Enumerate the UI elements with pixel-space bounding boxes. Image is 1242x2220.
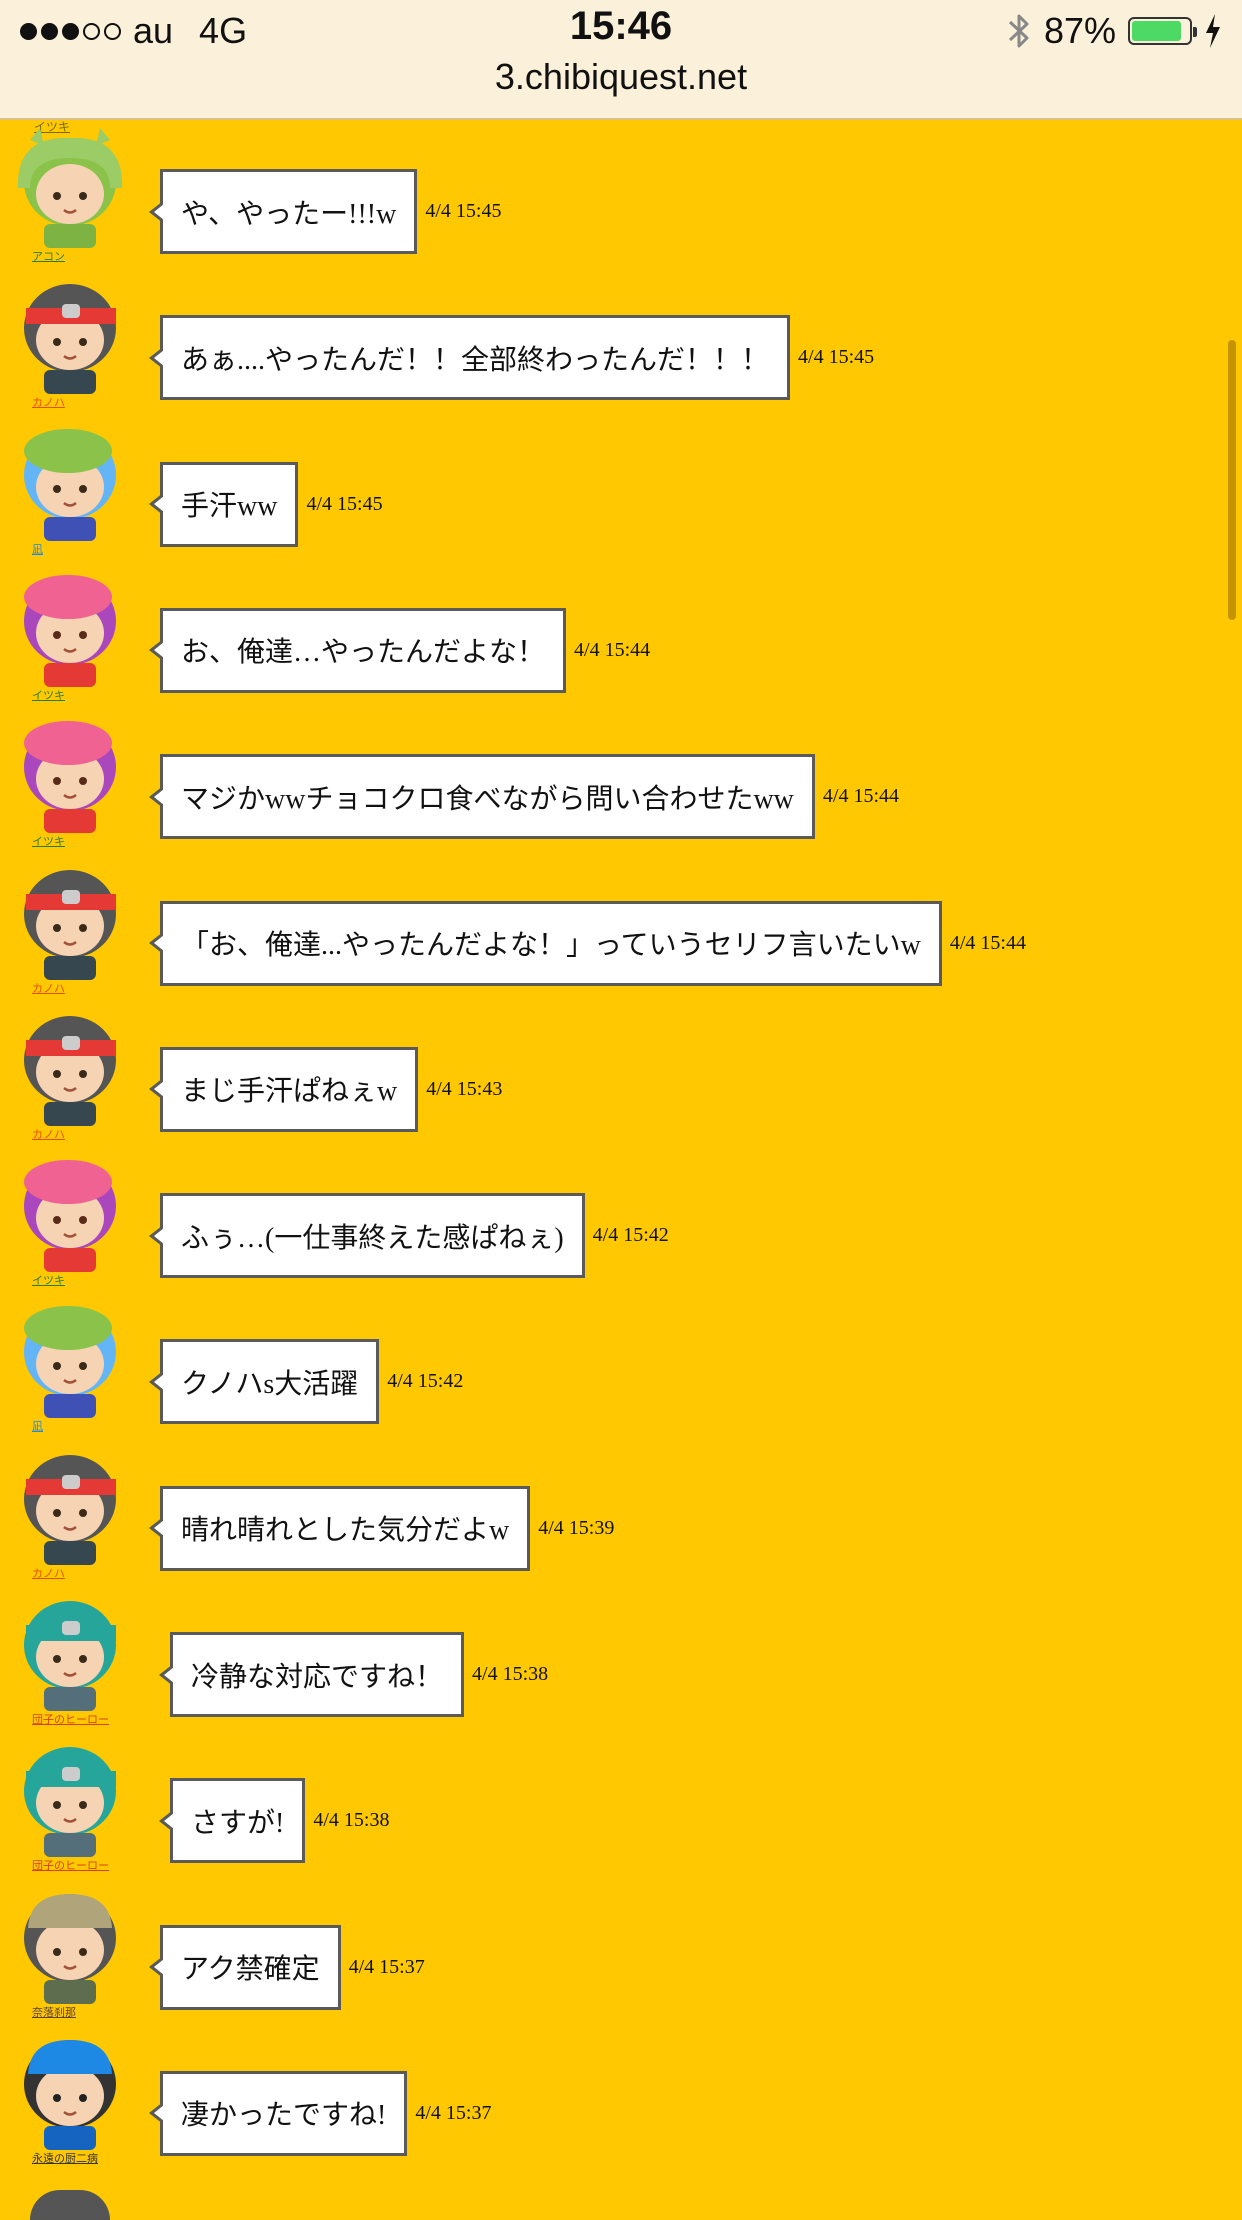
user-name-link[interactable]: 凪 [32,541,43,557]
status-right: 87% [1006,6,1222,56]
chat-message-row: 団子のヒーロー さすが! 4/4 15:38 [0,1727,1242,1873]
user-avatar[interactable] [10,1737,132,1859]
user-avatar[interactable] [10,1445,132,1567]
message-bubble: さすが! [158,1778,306,1864]
user-name-link[interactable]: 団子のヒーロー [32,1711,109,1727]
message: ふぅ…(一仕事終えた感ぱねぇ) 4/4 15:42 [149,1193,669,1279]
message: 「お、俺達...やったんだよな！」っていうセリフ言いたいw 4/4 15:44 [149,900,1026,986]
user-avatar[interactable] [10,860,132,982]
message-bubble: お、俺達…やったんだよな！ [148,607,567,693]
charging-icon [1206,14,1220,48]
user-name-link[interactable]: アコン [32,248,65,264]
status-bar: au 4G 15:46 87% 3.chibiquest.net [0,0,1242,120]
battery-fill [1132,21,1181,41]
message-timestamp: 4/4 15:38 [313,1809,390,1832]
chat-message-row: カノハ 晴れ晴れとした気分だよw 4/4 15:39 [0,1435,1242,1581]
user-avatar[interactable] [10,2030,132,2152]
bluetooth-icon [1008,14,1029,48]
user-name-link[interactable]: カノハ [32,1565,65,1581]
user-name-link[interactable]: 奈落刹那 [32,2004,76,2020]
chat-message-row: カノハ まじ手汗ぱねぇw 4/4 15:43 [0,996,1242,1142]
message-timestamp: 4/4 15:38 [472,1663,549,1685]
message-timestamp: 4/4 15:45 [306,492,383,515]
chat-message-row: アコン や、やったー!!!w 4/4 15:45 [0,118,1242,264]
message-bubble: 手汗ww [148,461,299,547]
user-avatar[interactable] [10,713,132,835]
user-name-link[interactable]: 永遠の厨二病 [32,2150,98,2166]
user-name-link[interactable]: カノハ [32,1126,65,1142]
message: や、やったー!!!w 4/4 15:45 [148,169,502,254]
scrollbar[interactable] [1228,340,1236,620]
chat-message-row: カノハ あぁ....やったんだ！！全部終わったんだ！！！ 4/4 15:45 [0,264,1242,410]
user-avatar[interactable] [10,128,132,250]
user-name-link[interactable]: イツキ [32,833,65,849]
message-timestamp: 4/4 15:39 [538,1516,615,1539]
chat-message-row: イツキ マジかwwチョコクロ食べながら問い合わせたww 4/4 15:44 [0,703,1242,849]
message: さすが! 4/4 15:38 [158,1778,390,1864]
message-timestamp: 4/4 15:42 [387,1370,464,1393]
message-timestamp: 4/4 15:45 [798,346,875,369]
chat-message-row: 奈落刹那 アク禁確定 4/4 15:37 [0,1874,1242,2020]
message-timestamp: 4/4 15:37 [348,1955,425,1978]
user-name-link[interactable]: カノハ [32,394,65,410]
url-bar[interactable]: 3.chibiquest.net [0,56,1242,98]
chat-message-row: 凪 手汗ww 4/4 15:45 [0,411,1242,557]
message: まじ手汗ぱねぇw 4/4 15:43 [148,1046,503,1132]
message-timestamp: 4/4 15:37 [415,2101,492,2124]
chat-message-row: イツキ ふぅ…(一仕事終えた感ぱねぇ) 4/4 15:42 [0,1142,1242,1288]
message-timestamp: 4/4 15:43 [426,1077,503,1100]
message-bubble: あぁ....やったんだ！！全部終わったんだ！！！ [148,315,791,401]
user-name-link[interactable]: 凪 [32,1418,43,1434]
message-bubble: や、やったー!!!w [148,169,418,254]
chat-message-row: 凪 クノハs大活躍 4/4 15:42 [0,1288,1242,1434]
user-avatar[interactable] [10,1006,132,1128]
message: クノハs大活躍 4/4 15:42 [148,1339,464,1425]
chat-message-row: カノハ 「お、俺達...やったんだよな！」っていうセリフ言いたいw 4/4 15:4… [0,850,1242,996]
message: 凄かったですね! 4/4 15:37 [148,2070,492,2156]
chat-message-row: 永遠の厨二病 凄かったですね! 4/4 15:37 [0,2020,1242,2166]
battery-percent: 87% [1043,10,1116,51]
message: お、俺達…やったんだよな！ 4/4 15:44 [148,607,651,693]
message-bubble: 「お、俺達...やったんだよな！」っていうセリフ言いたいw [149,900,942,986]
user-name-link[interactable]: イツキ [32,687,65,703]
message-timestamp: 4/4 15:42 [592,1224,669,1247]
message-bubble: マジかwwチョコクロ食べながら問い合わせたww [149,754,815,840]
message-timestamp: 4/4 15:45 [425,200,502,222]
message: マジかwwチョコクロ食べながら問い合わせたww 4/4 15:44 [149,754,900,840]
user-avatar[interactable] [10,1884,132,2006]
message-bubble: 凄かったですね! [148,2070,408,2156]
user-avatar[interactable] [10,1152,132,1274]
user-name-link[interactable]: カノハ [32,980,65,996]
battery-icon [1128,17,1197,45]
user-avatar[interactable] [10,274,132,396]
user-avatar[interactable] [10,1298,132,1420]
message-timestamp: 4/4 15:44 [574,638,651,661]
message: 手汗ww 4/4 15:45 [148,461,383,547]
user-avatar[interactable] [10,421,132,543]
message: アク禁確定 4/4 15:37 [149,1924,425,2010]
message-bubble: ふぅ…(一仕事終えた感ぱねぇ) [149,1193,585,1279]
chat-message-row: 団子のヒーロー 冷静な対応ですね！ 4/4 15:38 [0,1581,1242,1727]
user-avatar[interactable] [10,567,132,689]
message-timestamp: 4/4 15:44 [822,785,900,808]
partial-avatar [30,2190,110,2220]
message-bubble: 冷静な対応ですね！ [158,1632,465,1717]
message: 冷静な対応ですね！ 4/4 15:38 [158,1632,549,1717]
message-bubble: まじ手汗ぱねぇw [148,1046,419,1132]
chat-message-row: イツキ お、俺達…やったんだよな！ 4/4 15:44 [0,557,1242,703]
message-timestamp: 4/4 15:44 [949,931,1026,954]
message: あぁ....やったんだ！！全部終わったんだ！！！ 4/4 15:45 [148,315,875,401]
message-bubble: クノハs大活躍 [148,1339,380,1425]
message-bubble: 晴れ晴れとした気分だよw [148,1485,531,1571]
message-bubble: アク禁確定 [149,1924,341,2010]
user-avatar[interactable] [10,1591,132,1713]
user-name-link[interactable]: イツキ [32,1272,65,1288]
user-name-link[interactable]: 団子のヒーロー [32,1857,109,1873]
message: 晴れ晴れとした気分だよw 4/4 15:39 [148,1485,615,1571]
